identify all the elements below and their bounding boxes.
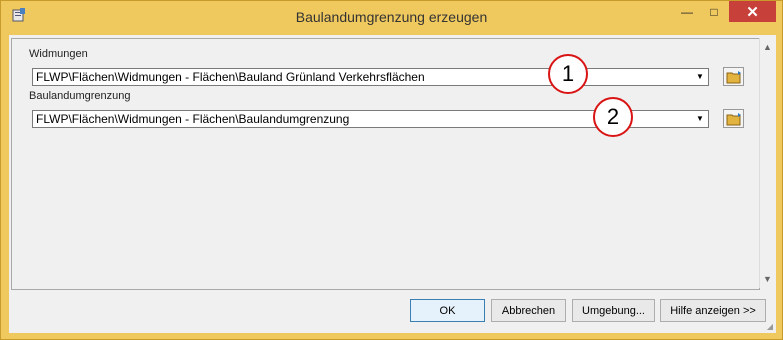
dropdown-arrow-icon[interactable]: ▼ [693, 112, 707, 126]
maximize-button[interactable]: □ [701, 1, 727, 22]
minimize-button[interactable]: — [674, 1, 700, 22]
folder-browse-icon [726, 70, 741, 83]
resize-grip-icon[interactable]: ◢ [767, 322, 773, 331]
ok-button[interactable]: OK [410, 299, 485, 322]
title-bar[interactable]: Baulandumgrenzung erzeugen — □ ✕ [1, 1, 782, 35]
widmungen-label: Widmungen [29, 48, 88, 60]
scroll-down-icon[interactable]: ▼ [763, 274, 772, 284]
dropdown-arrow-icon[interactable]: ▼ [693, 70, 707, 84]
environment-button[interactable]: Umgebung... [572, 299, 655, 322]
scroll-up-icon[interactable]: ▲ [763, 42, 772, 52]
vertical-scrollbar[interactable]: ▲ ▼ [759, 38, 776, 288]
dialog-client-area: Widmungen FLWP\Flächen\Widmungen - Fläch… [9, 35, 776, 333]
baulandumgrenzung-value: FLWP\Flächen\Widmungen - Flächen\Bauland… [36, 112, 350, 126]
window-title: Baulandumgrenzung erzeugen [295, 9, 488, 25]
dialog-window: Baulandumgrenzung erzeugen — □ ✕ Widmung… [0, 0, 783, 340]
widmungen-combobox[interactable]: FLWP\Flächen\Widmungen - Flächen\Bauland… [32, 68, 709, 86]
close-button[interactable]: ✕ [729, 1, 776, 22]
baulandumgrenzung-label: Baulandumgrenzung [29, 90, 131, 102]
parameters-panel: Widmungen FLWP\Flächen\Widmungen - Fläch… [11, 38, 760, 290]
baulandumgrenzung-browse-button[interactable] [723, 109, 744, 128]
widmungen-value: FLWP\Flächen\Widmungen - Flächen\Bauland… [36, 70, 425, 84]
folder-browse-icon [726, 112, 741, 125]
callout-marker-2: 2 [593, 97, 633, 137]
widmungen-browse-button[interactable] [723, 67, 744, 86]
help-button[interactable]: Hilfe anzeigen >> [660, 299, 766, 322]
cancel-button[interactable]: Abbrechen [491, 299, 566, 322]
callout-marker-1: 1 [548, 54, 588, 94]
